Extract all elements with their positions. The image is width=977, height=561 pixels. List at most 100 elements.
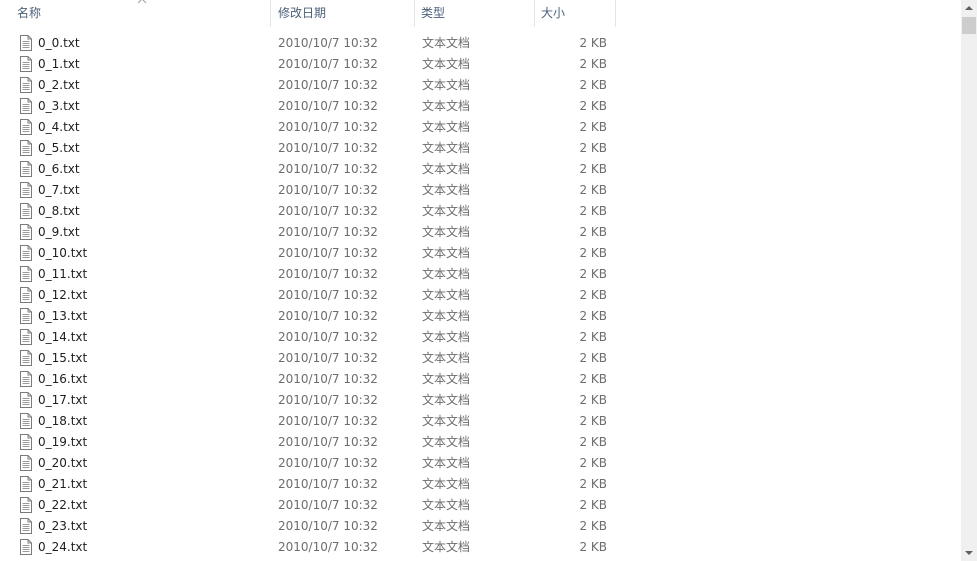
file-row[interactable]: 0_2.txt 2010/10/7 10:32 文本文档 2 KB xyxy=(0,75,961,96)
column-header-type[interactable]: 类型 xyxy=(415,0,534,27)
column-header-date-modified[interactable]: 修改日期 xyxy=(272,0,414,27)
file-size: 2 KB xyxy=(579,99,607,113)
text-document-icon xyxy=(19,35,33,51)
file-date-modified: 2010/10/7 10:32 xyxy=(278,120,378,134)
file-date-modified: 2010/10/7 10:32 xyxy=(278,351,378,365)
file-name: 0_21.txt xyxy=(38,477,88,491)
file-type: 文本文档 xyxy=(422,372,471,386)
file-name: 0_2.txt xyxy=(38,78,80,92)
file-row[interactable]: 0_22.txt 2010/10/7 10:32 文本文档 2 KB xyxy=(0,495,961,516)
file-name: 0_4.txt xyxy=(38,120,80,134)
file-type: 文本文档 xyxy=(422,162,471,176)
file-size: 2 KB xyxy=(579,519,607,533)
file-type: 文本文档 xyxy=(422,519,471,533)
file-name: 0_11.txt xyxy=(38,267,88,281)
file-row[interactable]: 0_11.txt 2010/10/7 10:32 文本文档 2 KB xyxy=(0,264,961,285)
file-date-modified: 2010/10/7 10:32 xyxy=(278,498,378,512)
file-name: 0_14.txt xyxy=(38,330,88,344)
file-type: 文本文档 xyxy=(422,183,471,197)
file-type: 文本文档 xyxy=(422,540,471,554)
file-name: 0_6.txt xyxy=(38,162,80,176)
file-row[interactable]: 0_5.txt 2010/10/7 10:32 文本文档 2 KB xyxy=(0,138,961,159)
file-row[interactable]: 0_14.txt 2010/10/7 10:32 文本文档 2 KB xyxy=(0,327,961,348)
file-row[interactable]: 0_18.txt 2010/10/7 10:32 文本文档 2 KB xyxy=(0,411,961,432)
file-name: 0_13.txt xyxy=(38,309,88,323)
file-size: 2 KB xyxy=(579,288,607,302)
file-size: 2 KB xyxy=(579,540,607,554)
file-type: 文本文档 xyxy=(422,267,471,281)
file-row[interactable]: 0_9.txt 2010/10/7 10:32 文本文档 2 KB xyxy=(0,222,961,243)
file-row[interactable]: 0_13.txt 2010/10/7 10:32 文本文档 2 KB xyxy=(0,306,961,327)
file-row[interactable]: 0_16.txt 2010/10/7 10:32 文本文档 2 KB xyxy=(0,369,961,390)
file-row[interactable]: 0_12.txt 2010/10/7 10:32 文本文档 2 KB xyxy=(0,285,961,306)
file-row[interactable]: 0_23.txt 2010/10/7 10:32 文本文档 2 KB xyxy=(0,516,961,537)
file-name: 0_19.txt xyxy=(38,435,88,449)
file-date-modified: 2010/10/7 10:32 xyxy=(278,372,378,386)
text-document-icon xyxy=(19,287,33,303)
file-type: 文本文档 xyxy=(422,309,471,323)
text-document-icon xyxy=(19,434,33,450)
text-document-icon xyxy=(19,182,33,198)
scroll-down-arrow-icon[interactable] xyxy=(961,544,977,561)
file-row[interactable]: 0_3.txt 2010/10/7 10:32 文本文档 2 KB xyxy=(0,96,961,117)
file-name: 0_3.txt xyxy=(38,99,80,113)
file-row[interactable]: 0_0.txt 2010/10/7 10:32 文本文档 2 KB xyxy=(0,33,961,54)
file-date-modified: 2010/10/7 10:32 xyxy=(278,309,378,323)
file-date-modified: 2010/10/7 10:32 xyxy=(278,183,378,197)
text-document-icon xyxy=(19,140,33,156)
file-type: 文本文档 xyxy=(422,414,471,428)
file-row[interactable]: 0_24.txt 2010/10/7 10:32 文本文档 2 KB xyxy=(0,537,961,558)
file-date-modified: 2010/10/7 10:32 xyxy=(278,162,378,176)
file-date-modified: 2010/10/7 10:32 xyxy=(278,204,378,218)
file-date-modified: 2010/10/7 10:32 xyxy=(278,330,378,344)
file-date-modified: 2010/10/7 10:32 xyxy=(278,267,378,281)
file-type: 文本文档 xyxy=(422,120,471,134)
text-document-icon xyxy=(19,56,33,72)
text-document-icon xyxy=(19,203,33,219)
file-size: 2 KB xyxy=(579,141,607,155)
file-row[interactable]: 0_19.txt 2010/10/7 10:32 文本文档 2 KB xyxy=(0,432,961,453)
scrollbar-thumb[interactable] xyxy=(962,17,976,34)
file-date-modified: 2010/10/7 10:32 xyxy=(278,288,378,302)
file-type: 文本文档 xyxy=(422,36,471,50)
file-date-modified: 2010/10/7 10:32 xyxy=(278,477,378,491)
file-row[interactable]: 0_21.txt 2010/10/7 10:32 文本文档 2 KB xyxy=(0,474,961,495)
file-row[interactable]: 0_8.txt 2010/10/7 10:32 文本文档 2 KB xyxy=(0,201,961,222)
file-size: 2 KB xyxy=(579,351,607,365)
text-document-icon xyxy=(19,245,33,261)
file-name: 0_1.txt xyxy=(38,57,80,71)
file-type: 文本文档 xyxy=(422,57,471,71)
file-row[interactable]: 0_6.txt 2010/10/7 10:32 文本文档 2 KB xyxy=(0,159,961,180)
file-date-modified: 2010/10/7 10:32 xyxy=(278,36,378,50)
file-size: 2 KB xyxy=(579,477,607,491)
vertical-scrollbar[interactable] xyxy=(961,0,977,561)
file-size: 2 KB xyxy=(579,204,607,218)
text-document-icon xyxy=(19,266,33,282)
file-row[interactable]: 0_10.txt 2010/10/7 10:32 文本文档 2 KB xyxy=(0,243,961,264)
text-document-icon xyxy=(19,161,33,177)
column-header-size[interactable]: 大小 xyxy=(535,0,615,27)
scroll-up-arrow-icon[interactable] xyxy=(961,0,977,17)
file-list: 0_0.txt 2010/10/7 10:32 文本文档 2 KB 0_1.txt 201… xyxy=(0,33,961,558)
text-document-icon xyxy=(19,224,33,240)
file-name: 0_22.txt xyxy=(38,498,88,512)
file-row[interactable]: 0_4.txt 2010/10/7 10:32 文本文档 2 KB xyxy=(0,117,961,138)
file-name: 0_7.txt xyxy=(38,183,80,197)
file-date-modified: 2010/10/7 10:32 xyxy=(278,414,378,428)
file-date-modified: 2010/10/7 10:32 xyxy=(278,225,378,239)
file-size: 2 KB xyxy=(579,120,607,134)
file-type: 文本文档 xyxy=(422,78,471,92)
file-row[interactable]: 0_17.txt 2010/10/7 10:32 文本文档 2 KB xyxy=(0,390,961,411)
column-divider[interactable] xyxy=(615,0,616,27)
file-name: 0_10.txt xyxy=(38,246,88,260)
file-row[interactable]: 0_20.txt 2010/10/7 10:32 文本文档 2 KB xyxy=(0,453,961,474)
text-document-icon xyxy=(19,329,33,345)
file-size: 2 KB xyxy=(579,498,607,512)
column-header-name[interactable]: 名称 xyxy=(11,0,270,27)
column-divider[interactable] xyxy=(270,0,271,27)
file-row[interactable]: 0_7.txt 2010/10/7 10:32 文本文档 2 KB xyxy=(0,180,961,201)
file-row[interactable]: 0_1.txt 2010/10/7 10:32 文本文档 2 KB xyxy=(0,54,961,75)
file-size: 2 KB xyxy=(579,78,607,92)
file-name: 0_12.txt xyxy=(38,288,88,302)
file-row[interactable]: 0_15.txt 2010/10/7 10:32 文本文档 2 KB xyxy=(0,348,961,369)
